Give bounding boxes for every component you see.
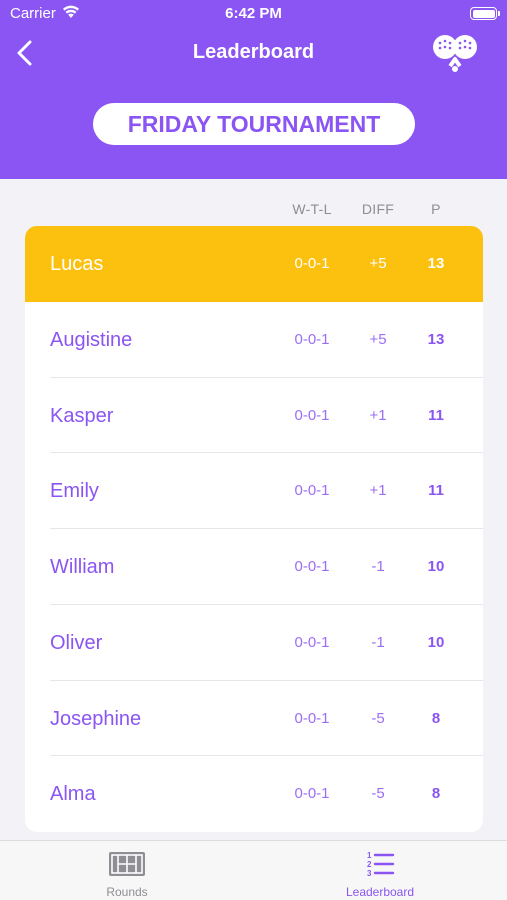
player-diff: -1: [371, 558, 385, 575]
player-diff: +5: [369, 330, 387, 348]
column-header-points: P: [431, 201, 441, 217]
player-name: Alma: [50, 783, 96, 806]
player-name: Lucas: [50, 253, 104, 275]
player-wtl: 0-0-1: [294, 633, 330, 651]
svg-text:2: 2: [367, 860, 372, 869]
player-wtl: 0-0-1: [294, 558, 330, 575]
player-diff: +1: [369, 482, 387, 500]
tab-label: Leaderboard: [345, 885, 415, 899]
column-header-wtl: W-T-L: [292, 201, 332, 217]
status-bar: Carrier 6:42 PM: [0, 0, 507, 28]
player-wtl: 0-0-1: [294, 709, 330, 727]
court-icon: [109, 852, 145, 876]
player-diff: -1: [371, 633, 385, 651]
player-diff: +1: [369, 406, 387, 424]
player-points: 8: [431, 785, 441, 803]
player-points: 11: [428, 482, 444, 500]
tab-bar: Rounds 1 2 3 Leaderboard: [0, 840, 507, 900]
player-diff: +5: [369, 255, 387, 272]
player-row[interactable]: Oliver 0-0-1 -1 10: [25, 605, 483, 681]
player-name: Augistine: [50, 328, 133, 351]
padel-rackets-icon[interactable]: [431, 33, 479, 73]
player-points: 10: [427, 558, 445, 575]
player-row[interactable]: Lucas 0-0-1 +5 13: [25, 226, 483, 302]
svg-text:1: 1: [367, 851, 372, 860]
player-points: 11: [428, 406, 444, 424]
player-wtl: 0-0-1: [294, 406, 330, 424]
player-points: 10: [427, 633, 445, 651]
player-name: Kasper: [50, 404, 114, 427]
column-header-diff: DIFF: [361, 201, 395, 217]
player-row[interactable]: William 0-0-1 -1 10: [25, 529, 483, 605]
tab-rounds[interactable]: Rounds: [67, 841, 187, 900]
player-name: Oliver: [50, 631, 103, 654]
player-diff: -5: [371, 785, 385, 803]
player-name: Josephine: [50, 707, 142, 730]
player-row[interactable]: Alma 0-0-1 -5 8: [25, 756, 483, 832]
battery-icon: [470, 7, 500, 20]
player-wtl: 0-0-1: [294, 482, 330, 500]
player-row[interactable]: Emily 0-0-1 +1 11: [25, 453, 483, 529]
player-name: Emily: [50, 480, 99, 503]
player-name: William: [50, 556, 115, 578]
player-points: 13: [427, 255, 445, 272]
player-points: 8: [431, 709, 441, 727]
clock: 6:42 PM: [225, 5, 282, 22]
player-wtl: 0-0-1: [294, 330, 330, 348]
player-wtl: 0-0-1: [294, 255, 330, 272]
player-diff: -5: [371, 709, 385, 727]
player-wtl: 0-0-1: [294, 785, 330, 803]
ranked-list-icon: 1 2 3: [367, 851, 395, 878]
tournament-name-pill[interactable]: FRIDAY TOURNAMENT: [93, 103, 415, 145]
svg-text:3: 3: [367, 869, 372, 878]
player-row[interactable]: Augistine 0-0-1 +5 13: [25, 302, 483, 378]
header: Carrier 6:42 PM Leaderboard FRIDAY TOURN…: [0, 0, 507, 179]
player-row[interactable]: Kasper 0-0-1 +1 11: [25, 378, 483, 454]
player-points: 13: [427, 330, 445, 348]
player-row[interactable]: Josephine 0-0-1 -5 8: [25, 681, 483, 757]
tab-leaderboard[interactable]: 1 2 3 Leaderboard: [320, 841, 440, 900]
tab-label: Rounds: [106, 885, 148, 899]
leaderboard-table: Lucas 0-0-1 +5 13 Augistine 0-0-1 +5 13 …: [25, 226, 483, 832]
